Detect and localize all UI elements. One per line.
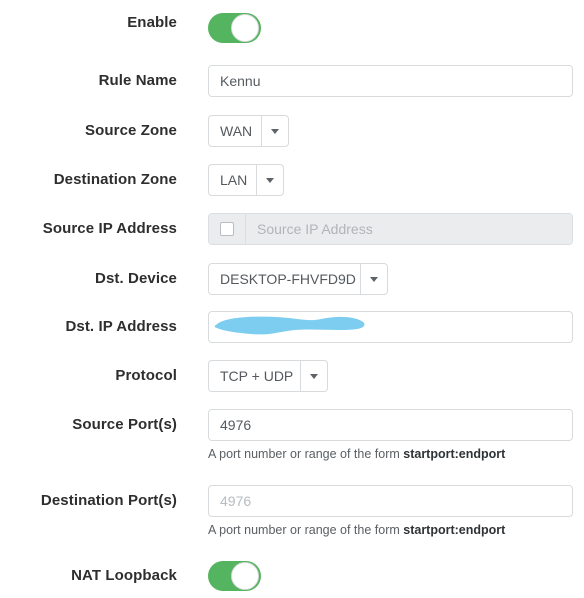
label-nat-loopback: NAT Loopback	[71, 567, 177, 584]
dst-ip-address-input[interactable]	[208, 311, 573, 343]
control-source-ip-address: Source IP Address	[208, 213, 573, 245]
control-nat-loopback	[208, 561, 261, 596]
source-zone-dropdown-button[interactable]	[261, 115, 289, 147]
form-row-rule-name: Rule Name Kennu	[0, 65, 584, 97]
form-row-source-ports: Source Port(s) 4976 A port number or ran…	[0, 409, 584, 462]
destination-ports-help-prefix: A port number or range of the form	[208, 523, 404, 537]
label-source-zone: Source Zone	[85, 122, 177, 139]
chevron-down-icon	[310, 373, 318, 379]
port-forward-rule-form: Enable Rule Name Kennu Source Zone WAN D…	[0, 0, 584, 598]
toggle-knob-icon	[231, 14, 259, 42]
label-dst-device: Dst. Device	[95, 270, 177, 287]
rule-name-value: Kennu	[220, 73, 261, 89]
control-rule-name: Kennu	[208, 65, 573, 97]
nat-loopback-toggle[interactable]	[208, 561, 261, 591]
source-ports-input[interactable]: 4976	[208, 409, 573, 441]
control-destination-ports: 4976 A port number or range of the form …	[208, 485, 573, 538]
destination-ports-input[interactable]: 4976	[208, 485, 573, 517]
source-zone-select[interactable]: WAN	[208, 115, 289, 147]
destination-zone-select[interactable]: LAN	[208, 164, 284, 196]
control-source-ports: 4976 A port number or range of the form …	[208, 409, 573, 462]
destination-ports-placeholder: 4976	[220, 493, 252, 509]
source-ports-value: 4976	[220, 417, 252, 433]
protocol-select[interactable]: TCP + UDP	[208, 360, 328, 392]
protocol-value[interactable]: TCP + UDP	[208, 360, 300, 392]
form-row-enable: Enable	[0, 13, 584, 48]
rule-name-input[interactable]: Kennu	[208, 65, 573, 97]
source-ports-help-prefix: A port number or range of the form	[208, 447, 404, 461]
chevron-down-icon	[370, 276, 378, 282]
destination-zone-dropdown-button[interactable]	[256, 164, 284, 196]
control-dst-ip-address	[208, 311, 573, 343]
control-destination-zone: LAN	[208, 164, 284, 196]
label-enable: Enable	[127, 14, 177, 31]
label-dst-ip-address: Dst. IP Address	[65, 318, 177, 335]
form-row-nat-loopback: NAT Loopback	[0, 561, 584, 596]
label-rule-name: Rule Name	[98, 72, 177, 89]
destination-ports-help-bold: startport:endport	[403, 523, 506, 537]
redaction-marker-icon	[214, 316, 365, 335]
source-ip-address-group: Source IP Address	[208, 213, 573, 245]
label-protocol: Protocol	[115, 367, 177, 384]
control-source-zone: WAN	[208, 115, 289, 147]
source-ip-address-checkbox-wrap[interactable]	[209, 214, 246, 244]
label-source-ip-address: Source IP Address	[42, 220, 177, 237]
form-row-source-ip-address: Source IP Address Source IP Address	[0, 213, 584, 245]
source-ports-help-bold: startport:endport	[403, 447, 506, 461]
label-destination-zone: Destination Zone	[53, 171, 177, 188]
form-row-dst-ip-address: Dst. IP Address	[0, 311, 584, 343]
chevron-down-icon	[266, 177, 274, 183]
protocol-dropdown-button[interactable]	[300, 360, 328, 392]
dst-device-value[interactable]: DESKTOP-FHVFD9D	[208, 263, 360, 295]
label-source-ports: Source Port(s)	[72, 416, 177, 433]
destination-ports-help-text: A port number or range of the form start…	[208, 523, 573, 538]
enable-toggle[interactable]	[208, 13, 261, 43]
control-protocol: TCP + UDP	[208, 360, 328, 392]
source-zone-value[interactable]: WAN	[208, 115, 261, 147]
destination-zone-value[interactable]: LAN	[208, 164, 256, 196]
label-destination-ports: Destination Port(s)	[40, 492, 177, 509]
form-row-destination-zone: Destination Zone LAN	[0, 164, 584, 196]
source-ports-help-text: A port number or range of the form start…	[208, 447, 573, 462]
dst-device-select[interactable]: DESKTOP-FHVFD9D	[208, 263, 388, 295]
toggle-knob-icon	[231, 562, 259, 590]
source-ip-address-placeholder: Source IP Address	[257, 221, 373, 237]
control-dst-device: DESKTOP-FHVFD9D	[208, 263, 388, 295]
dst-device-dropdown-button[interactable]	[360, 263, 388, 295]
checkbox-unchecked-icon[interactable]	[220, 222, 234, 236]
source-ip-address-input[interactable]: Source IP Address	[246, 214, 572, 244]
form-row-destination-ports: Destination Port(s) 4976 A port number o…	[0, 485, 584, 538]
control-enable	[208, 13, 261, 48]
chevron-down-icon	[271, 128, 279, 134]
form-row-dst-device: Dst. Device DESKTOP-FHVFD9D	[0, 263, 584, 295]
form-row-protocol: Protocol TCP + UDP	[0, 360, 584, 392]
form-row-source-zone: Source Zone WAN	[0, 115, 584, 147]
